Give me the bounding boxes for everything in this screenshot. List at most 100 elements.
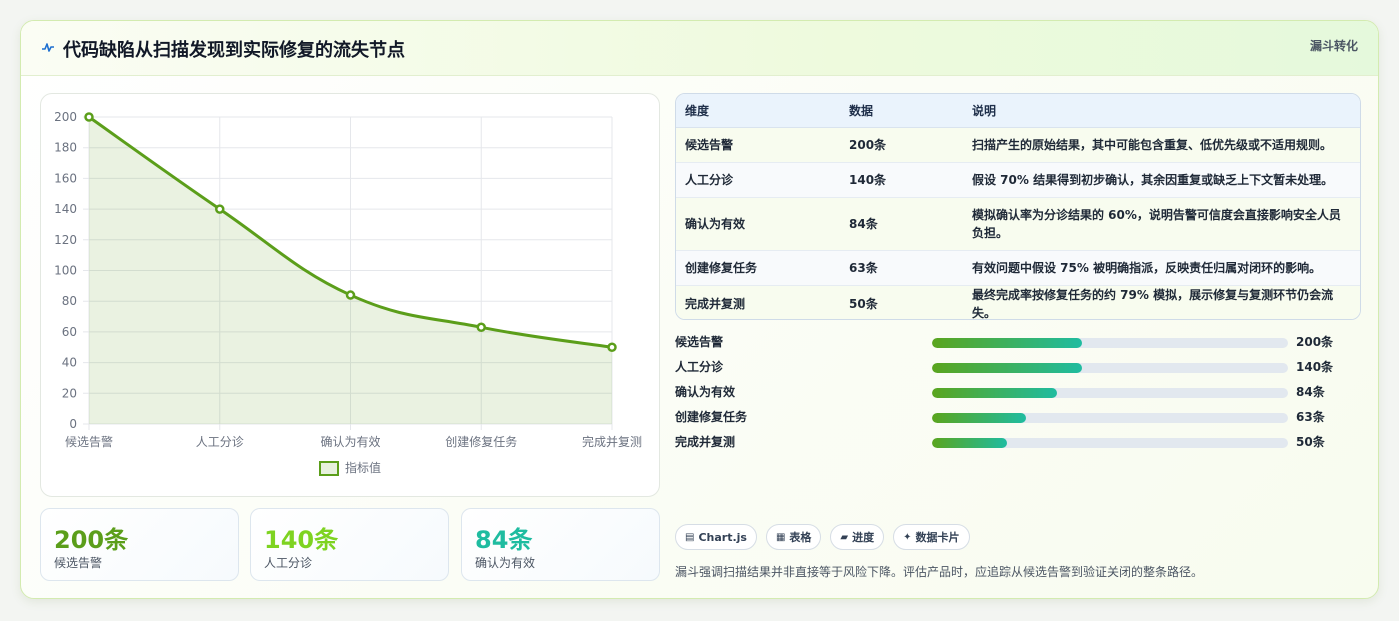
progress-fill <box>932 338 1082 348</box>
legend-swatch <box>319 461 339 476</box>
column-header: 说明 <box>963 94 1360 128</box>
progress-row: 完成并复测 50条 <box>675 430 1361 455</box>
progress-row: 确认为有效 84条 <box>675 380 1361 405</box>
progress-track <box>932 388 1288 398</box>
cell-dimension: 完成并复测 <box>685 296 746 311</box>
table-row: 候选告警 200条 扫描产生的原始结果，其中可能包含重复、低优先级或不适用规则。 <box>676 127 1360 163</box>
progress-row: 候选告警 200条 <box>675 330 1361 355</box>
progress-fill <box>932 363 1082 373</box>
sparkle-icon: ✦ <box>903 531 912 543</box>
tag-progress[interactable]: ▰ 进度 <box>830 524 885 550</box>
data-table: 维度 数据 说明 候选告警 200条 扫描产生的原始结果，其中可能包含重复、低优… <box>675 93 1361 320</box>
funnel-card: 代码缺陷从扫描发现到实际修复的流失节点 漏斗转化 0 20 40 60 80 100 120… <box>20 20 1379 599</box>
footnote: 漏斗强调扫描结果并非直接等于风险下降。评估产品时，应追踪从候选告警到验证关闭的整… <box>675 565 1204 579</box>
progress-label: 候选告警 <box>675 335 724 349</box>
pulse-icon <box>42 43 54 52</box>
cell-description: 最终完成率按修复任务的约 79% 模拟，展示修复与复测环节仍会流失。 <box>972 287 1334 320</box>
cell-dimension: 人工分诊 <box>676 162 840 198</box>
progress-label: 完成并复测 <box>675 435 736 449</box>
progress-fill <box>932 438 1007 448</box>
tag-label: 进度 <box>852 531 875 544</box>
table-row: 人工分诊 140条 假设 70% 结果得到初步确认，其余因重复或缺乏上下文暂未处… <box>676 162 1360 198</box>
progress-track <box>932 438 1288 448</box>
table-row: 完成并复测 50条 最终完成率按修复任务的约 79% 模拟，展示修复与复测环节仍… <box>676 285 1360 320</box>
progress-track <box>932 363 1288 373</box>
progress-value: 84条 <box>1296 385 1325 399</box>
stat-value: 140条 <box>264 526 339 554</box>
progress-row: 人工分诊 140条 <box>675 355 1361 380</box>
tag-list: ▤ Chart.js ▦ 表格 ▰ 进度 ✦ 数据卡片 <box>675 524 970 550</box>
cell-dimension: 确认为有效 <box>676 197 840 251</box>
y-tick-label: 120 <box>54 233 77 247</box>
chart-legend[interactable]: 指标值 <box>319 460 381 476</box>
y-tick-labels: 0 20 40 60 80 100 120 140 160 180 200 <box>54 110 77 431</box>
cell-description: 扫描产生的原始结果，其中可能包含重复、低优先级或不适用规则。 <box>963 127 1360 163</box>
y-tick-label: 80 <box>62 294 77 308</box>
progress-value: 200条 <box>1296 335 1334 349</box>
progress-label: 人工分诊 <box>675 360 724 374</box>
tag-label: 表格 <box>789 531 812 544</box>
progress-row: 创建修复任务 63条 <box>675 405 1361 430</box>
data-point[interactable] <box>607 342 617 352</box>
tag-label: 数据卡片 <box>915 531 960 544</box>
stat-card-triage: 140条 人工分诊 <box>250 508 449 581</box>
progress-track <box>932 413 1288 423</box>
y-tick-label: 160 <box>54 171 77 185</box>
stat-label: 确认为有效 <box>475 556 536 570</box>
tag-table[interactable]: ▦ 表格 <box>765 524 822 550</box>
stat-card-candidates: 200条 候选告警 <box>40 508 239 581</box>
y-tick-label: 100 <box>54 264 77 278</box>
tag-label: Chart.js <box>698 530 747 544</box>
y-tick-label: 200 <box>54 110 77 124</box>
y-tick-label: 140 <box>54 202 77 216</box>
progress-fill <box>932 388 1057 398</box>
data-point[interactable] <box>84 112 94 122</box>
tag-data-card[interactable]: ✦ 数据卡片 <box>893 524 970 550</box>
cell-data: 63条 <box>840 250 963 286</box>
x-tick-label: 候选告警 <box>65 434 113 449</box>
data-point[interactable] <box>215 204 225 214</box>
stat-card-confirmed: 84条 确认为有效 <box>461 508 660 581</box>
cell-data: 84条 <box>840 197 963 251</box>
progress-track <box>932 338 1288 348</box>
table-row: 创建修复任务 63条 有效问题中假设 75% 被明确指派，反映责任归属对闭环的影… <box>676 250 1360 286</box>
cell-data: 200条 <box>840 127 963 163</box>
stat-value: 84条 <box>475 526 533 554</box>
progress-value: 63条 <box>1296 410 1325 424</box>
table-row: 确认为有效 84条 模拟确认率为分诊结果的 60%，说明告警可信度会直接影响安全… <box>676 197 1360 251</box>
cell-description: 有效问题中假设 75% 被明确指派，反映责任归属对闭环的影响。 <box>963 250 1360 286</box>
progress-fill <box>932 413 1027 423</box>
progress-label: 确认为有效 <box>675 385 736 399</box>
x-tick-label: 人工分诊 <box>196 435 244 449</box>
page-title: 代码缺陷从扫描发现到实际修复的流失节点 <box>63 40 405 61</box>
x-tick-labels: 候选告警 人工分诊 确认为有效 创建修复任务 完成并复测 <box>65 434 642 449</box>
stat-value: 200条 <box>54 526 129 554</box>
chart-icon: ▤ <box>685 531 695 543</box>
column-header: 维度 <box>676 94 840 128</box>
stat-label: 候选告警 <box>54 556 103 570</box>
y-tick-label: 40 <box>62 356 77 370</box>
progress-label: 创建修复任务 <box>675 410 748 424</box>
cell-dimension: 创建修复任务 <box>676 250 840 286</box>
y-tick-label: 0 <box>69 417 77 431</box>
data-point[interactable] <box>476 322 486 333</box>
x-tick-label: 创建修复任务 <box>445 434 517 449</box>
table-icon: ▦ <box>775 531 786 543</box>
progress-value: 50条 <box>1296 435 1325 449</box>
cell-data: 50条 <box>849 296 878 311</box>
line-chart-svg: 0 20 40 60 80 100 120 140 160 180 200 候选告警 人工分诊 确认为有… <box>54 110 642 476</box>
cell-description: 模拟确认率为分诊结果的 60%，说明告警可信度会直接影响安全人员负担。 <box>963 197 1360 251</box>
data-point[interactable] <box>345 290 356 300</box>
column-header: 数据 <box>840 94 963 128</box>
table-header-row: 维度 数据 说明 <box>676 94 1360 128</box>
progress-icon: ▰ <box>840 531 849 543</box>
progress-value: 140条 <box>1296 360 1334 374</box>
tag-chartjs[interactable]: ▤ Chart.js <box>675 524 757 550</box>
cell-description: 假设 70% 结果得到初步确认，其余因重复或缺乏上下文暂未处理。 <box>963 162 1360 198</box>
y-tick-label: 180 <box>54 141 77 155</box>
legend-label: 指标值 <box>345 460 381 475</box>
x-tick-label: 确认为有效 <box>320 434 380 449</box>
card-header: 代码缺陷从扫描发现到实际修复的流失节点 漏斗转化 <box>21 21 1378 76</box>
cell-dimension: 候选告警 <box>676 127 840 163</box>
type-badge: 漏斗转化 <box>1309 39 1358 53</box>
